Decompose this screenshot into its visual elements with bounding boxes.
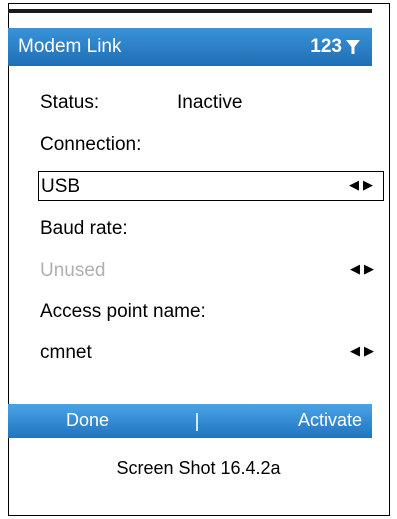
- softkey-bar: Done Activate: [8, 404, 372, 438]
- input-mode-indicator: 123: [310, 36, 360, 58]
- left-right-arrows-icon: ◀▶: [350, 261, 378, 276]
- app-title: Modem Link: [18, 36, 122, 57]
- activate-softkey[interactable]: Activate: [298, 410, 362, 431]
- status-value: Inactive: [177, 92, 243, 113]
- caption: Screen Shot 16.4.2a: [116, 458, 281, 478]
- left-right-arrows-icon[interactable]: ◀▶: [350, 343, 378, 359]
- status-row: Status:: [40, 92, 99, 114]
- done-softkey[interactable]: Done: [66, 410, 109, 431]
- connection-label: Connection:: [40, 134, 142, 155]
- title-bar: Modem Link 123: [8, 28, 372, 66]
- apn-label: Access point name:: [40, 301, 206, 322]
- input-mode-text: 123: [310, 36, 342, 57]
- connection-picker[interactable]: USB ◀▶: [38, 171, 384, 201]
- baud-rate-label: Baud rate:: [40, 218, 128, 239]
- apn-value: cmnet: [40, 342, 92, 363]
- status-label: Status:: [40, 92, 100, 113]
- softkey-separator: [196, 413, 198, 431]
- apn-picker[interactable]: cmnet ◀▶: [38, 338, 384, 368]
- filter-icon: [346, 40, 360, 54]
- top-edge: [8, 9, 372, 13]
- baud-rate-value: Unused: [40, 260, 106, 281]
- left-right-arrows-icon[interactable]: ◀▶: [349, 177, 377, 193]
- connection-value: USB: [41, 176, 81, 197]
- baud-rate-picker: Unused ◀▶: [38, 256, 384, 286]
